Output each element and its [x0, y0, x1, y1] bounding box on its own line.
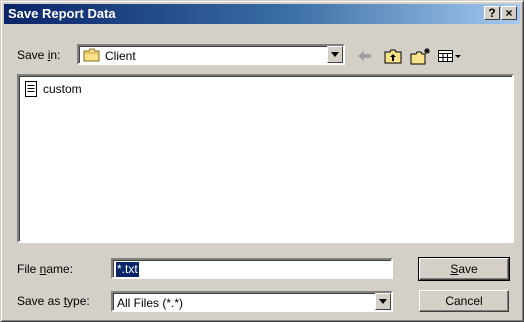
folder-icon — [83, 48, 101, 62]
close-button[interactable]: × — [501, 6, 517, 20]
new-folder-icon[interactable] — [409, 47, 430, 65]
file-list[interactable]: custom — [17, 74, 514, 243]
cancel-button[interactable]: Cancel — [419, 290, 509, 312]
save-as-type-label: Save as type: — [17, 294, 90, 308]
save-button[interactable]: Save — [418, 257, 510, 281]
file-name-value: *.txt — [115, 261, 140, 278]
help-button[interactable]: ? — [484, 6, 500, 20]
title-bar[interactable]: Save Report Data ? × — [4, 4, 520, 24]
save-in-dropdown-button[interactable] — [327, 46, 343, 63]
text-file-icon — [24, 81, 38, 97]
dialog-title: Save Report Data — [8, 6, 116, 21]
save-as-type-value: All Files (*.*) — [117, 296, 184, 310]
save-in-value: Client — [105, 49, 136, 63]
back-icon[interactable] — [355, 47, 375, 65]
file-name-input[interactable]: *.txt — [111, 258, 393, 279]
up-folder-icon[interactable] — [383, 47, 403, 65]
save-as-type-dropdown[interactable]: All Files (*.*) — [111, 291, 393, 312]
save-in-label: Save in: — [17, 48, 61, 62]
file-name-label: custom — [43, 82, 82, 96]
save-in-dropdown[interactable]: Client — [77, 44, 345, 65]
view-menu-icon[interactable] — [437, 47, 463, 65]
save-as-type-dropdown-button[interactable] — [375, 293, 391, 310]
file-name-label-text: File name: — [17, 262, 74, 276]
save-report-dialog: Save Report Data ? × Save in: Client cus… — [0, 0, 524, 322]
